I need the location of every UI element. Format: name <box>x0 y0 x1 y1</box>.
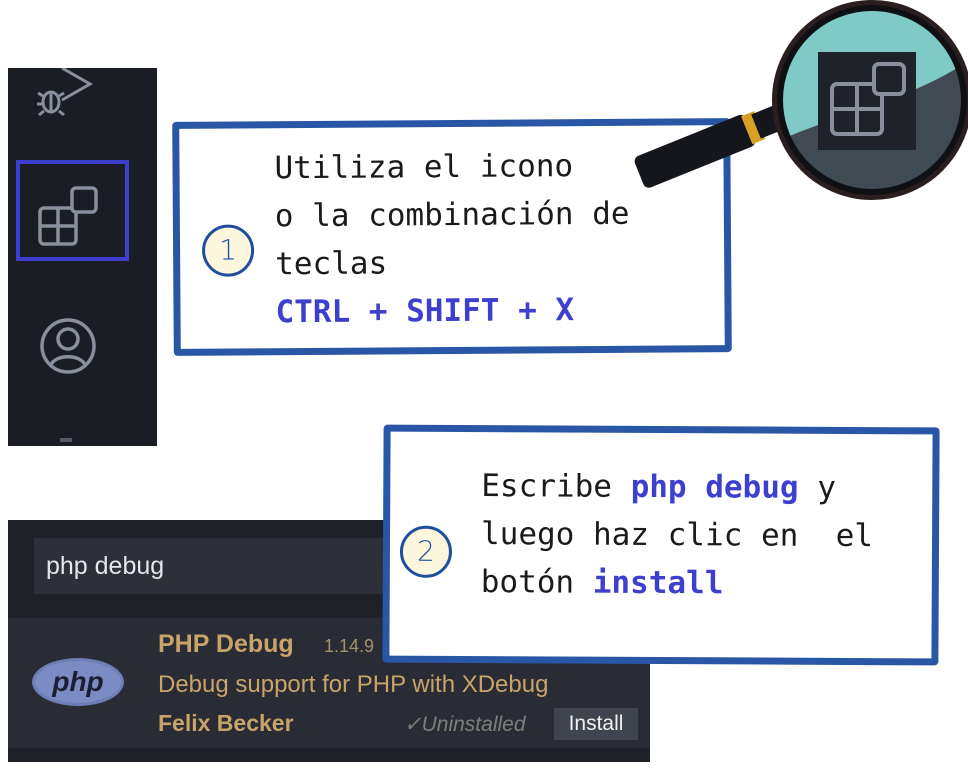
extensions-icon[interactable] <box>38 186 100 248</box>
extension-author: Felix Becker <box>158 710 294 736</box>
activity-more-indicator <box>60 438 72 442</box>
account-icon[interactable] <box>38 316 98 376</box>
extension-version: 1.14.9 <box>324 636 375 656</box>
extension-status: ✓Uninstalled <box>404 712 526 737</box>
status-label: Uninstalled <box>421 713 526 736</box>
svg-text:php: php <box>51 666 103 697</box>
callout-1-line-3: teclas <box>275 245 388 283</box>
install-highlight: install <box>592 564 724 602</box>
extension-description: Debug support for PHP with XDebug <box>158 671 549 698</box>
callout-2-line-2: luego haz clic en el <box>480 516 874 555</box>
callout-1-text: Utiliza el icono o la combinación de tecla… <box>274 142 630 336</box>
callout-2-text: Escribe php debug y luego haz clic en el b… <box>481 462 874 608</box>
php-logo-icon: php <box>32 658 124 706</box>
keyboard-shortcut: CTRL + SHIFT + X <box>275 292 575 331</box>
search-input-value: php debug <box>46 552 165 580</box>
magnifier-icon <box>634 0 968 200</box>
extension-name: PHP Debug <box>158 630 294 658</box>
check-icon: ✓ <box>404 713 422 736</box>
callout-1-line-1: Utiliza el icono <box>274 148 574 187</box>
step-number-badge: 2 <box>399 525 453 578</box>
callout-2-line-1: Escribe php debug y <box>481 462 873 512</box>
callout-step-2: 2 Escribe php debug y luego haz clic en e… <box>382 424 940 666</box>
activity-bar <box>8 68 157 446</box>
callout-2-line-3: botón install <box>481 558 873 608</box>
step-number-badge: 1 <box>201 224 255 277</box>
callout-2-text-part: y <box>798 469 837 506</box>
callout-2-text-part: botón <box>480 564 593 601</box>
search-term-highlight: php debug <box>630 468 799 506</box>
callout-1-line-2: o la combinación de <box>274 195 630 235</box>
callout-2-text-part: Escribe <box>481 468 631 505</box>
install-button[interactable]: Install <box>554 708 638 740</box>
run-debug-icon[interactable] <box>34 68 114 122</box>
